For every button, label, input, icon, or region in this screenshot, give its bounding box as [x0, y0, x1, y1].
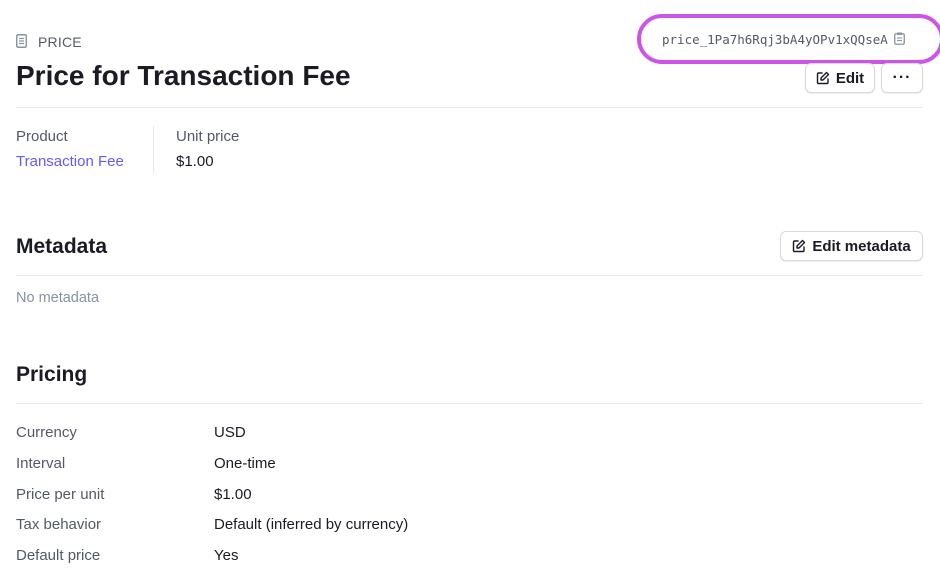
pricing-title: Pricing [16, 363, 88, 386]
edit-metadata-button[interactable]: Edit metadata [780, 231, 923, 261]
object-kind-label: PRICE [38, 34, 82, 50]
pencil-square-icon [816, 71, 830, 85]
edit-button[interactable]: Edit [805, 63, 875, 93]
pricing-divider [16, 403, 922, 404]
pricing-value: $1.00 [214, 486, 252, 503]
pricing-key: Default price [16, 547, 101, 564]
pricing-value: One-time [214, 455, 276, 472]
metadata-empty: No metadata [16, 290, 100, 306]
pencil-square-icon [792, 239, 806, 253]
price-id-container[interactable]: price_1Pa7h6Rqj3bA4yOPv1xQQseA [637, 14, 940, 64]
summary-separator [153, 126, 154, 174]
metadata-divider [16, 275, 922, 276]
pricing-value: Yes [214, 547, 239, 564]
pricing-key: Tax behavior [16, 516, 102, 533]
document-icon [16, 34, 30, 50]
price-detail-page: PRICE price_1Pa7h6Rqj3bA4yOPv1xQQseA Pri… [0, 0, 940, 585]
object-kind: PRICE [16, 34, 82, 50]
header-divider [16, 107, 922, 108]
pricing-row-tax-behavior: Tax behavior Default (inferred by curren… [16, 516, 916, 536]
price-id[interactable]: price_1Pa7h6Rqj3bA4yOPv1xQQseA [662, 32, 888, 47]
summary-product: Product Transaction Fee [16, 128, 124, 170]
pricing-row-price-per-unit: Price per unit $1.00 [16, 486, 916, 506]
pricing-key: Interval [16, 455, 66, 472]
pricing-row-currency: Currency USD [16, 424, 916, 444]
edit-button-label: Edit [835, 69, 865, 87]
unit-price-label: Unit price [176, 128, 240, 145]
metadata-title: Metadata [16, 235, 108, 258]
clipboard-icon[interactable] [893, 32, 906, 46]
more-options-button[interactable]: ··· [881, 63, 923, 93]
pricing-key: Currency [16, 424, 77, 441]
summary-unit-price: Unit price $1.00 [176, 128, 239, 170]
pricing-row-interval: Interval One-time [16, 455, 916, 475]
product-link[interactable]: Transaction Fee [16, 153, 124, 170]
pricing-value: Default (inferred by currency) [214, 516, 409, 533]
edit-metadata-label: Edit metadata [812, 237, 911, 255]
page-title: Price for Transaction Fee [16, 60, 351, 91]
pricing-value: USD [214, 424, 246, 441]
unit-price-value: $1.00 [176, 153, 214, 170]
product-label: Product [16, 128, 68, 145]
pricing-row-default-price: Default price Yes [16, 547, 916, 567]
pricing-key: Price per unit [16, 486, 105, 503]
ellipsis-icon: ··· [892, 69, 912, 86]
